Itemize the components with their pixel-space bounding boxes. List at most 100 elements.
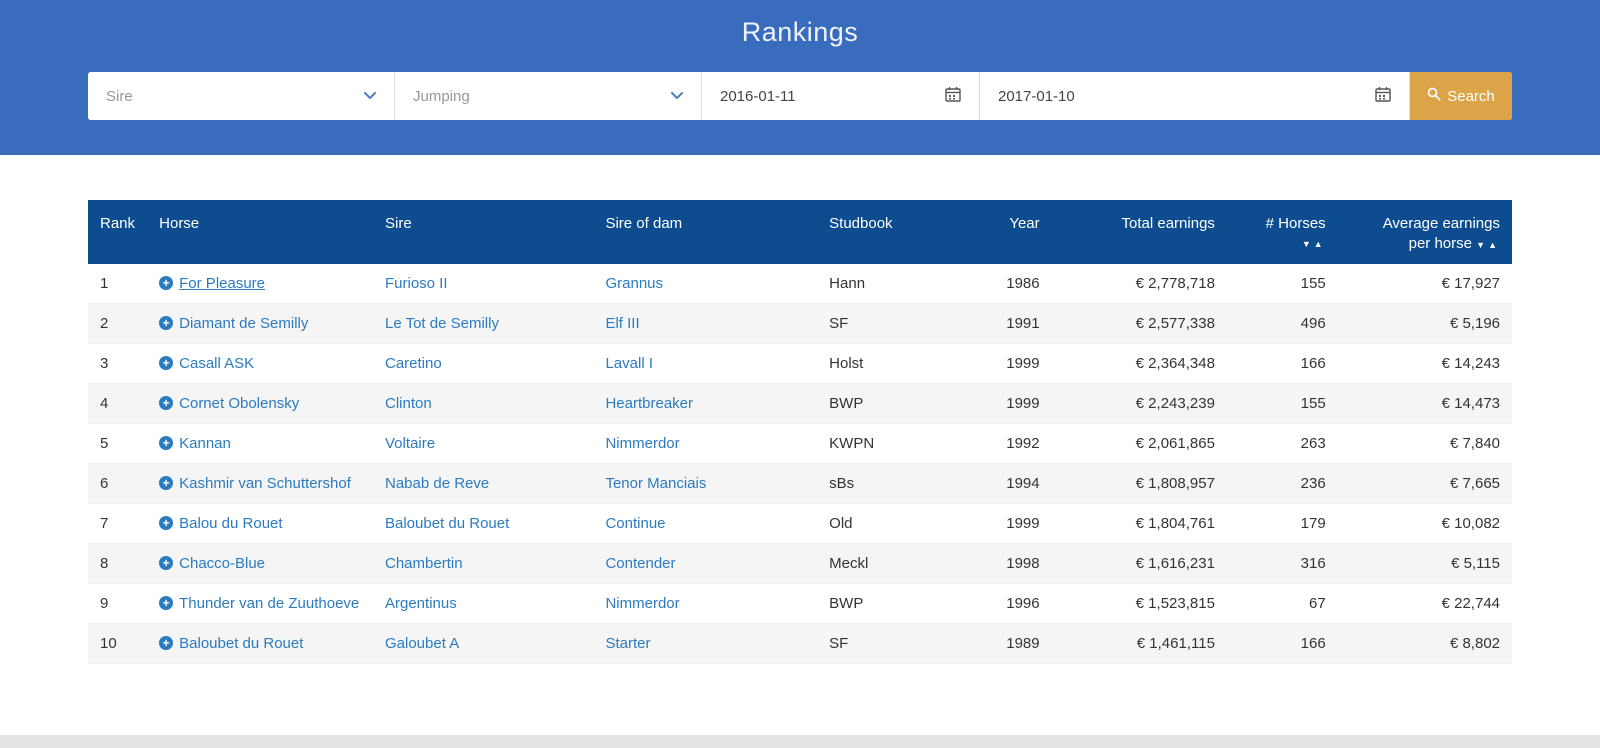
horse-link[interactable]: Cornet Obolensky bbox=[179, 395, 299, 412]
expand-icon[interactable]: + bbox=[159, 276, 174, 290]
sire-link[interactable]: Baloubet du Rouet bbox=[385, 515, 509, 532]
sire-of-dam-link[interactable]: Heartbreaker bbox=[605, 395, 693, 412]
sort-desc-icon[interactable]: ▼ bbox=[1302, 239, 1314, 249]
rank-cell: 7 bbox=[88, 503, 148, 544]
search-button-label: Search bbox=[1447, 87, 1495, 105]
horse-link[interactable]: For Pleasure bbox=[179, 275, 265, 292]
sire-of-dam-link[interactable]: Grannus bbox=[605, 275, 663, 292]
total-earnings-cell: € 2,243,239 bbox=[1051, 383, 1227, 424]
horse-link[interactable]: Balou du Rouet bbox=[179, 515, 282, 532]
col-average-earnings-label-2: per horse ▼▲ bbox=[1350, 234, 1500, 255]
year-cell: 1996 bbox=[939, 583, 1052, 624]
col-horses-label: # Horses bbox=[1265, 215, 1326, 232]
sire-of-dam-link[interactable]: Lavall I bbox=[605, 355, 653, 372]
expand-icon[interactable]: + bbox=[159, 396, 174, 410]
table-row: 5 + Kannan Voltaire Nimmerdor KWPN 1992 … bbox=[88, 423, 1512, 464]
ranking-type-select[interactable]: Sire bbox=[88, 72, 395, 120]
horse-cell: + Kannan bbox=[147, 423, 373, 464]
sire-cell: Baloubet du Rouet bbox=[373, 503, 594, 544]
sire-cell: Caretino bbox=[373, 343, 594, 384]
sire-link[interactable]: Argentinus bbox=[385, 595, 457, 612]
sire-of-dam-link[interactable]: Continue bbox=[605, 515, 665, 532]
sire-link[interactable]: Furioso II bbox=[385, 275, 448, 292]
horse-link[interactable]: Diamant de Semilly bbox=[179, 315, 308, 332]
sort-asc-icon[interactable]: ▲ bbox=[1488, 240, 1500, 250]
sire-link[interactable]: Caretino bbox=[385, 355, 442, 372]
expand-icon[interactable]: + bbox=[159, 636, 174, 650]
sire-link[interactable]: Galoubet A bbox=[385, 635, 459, 652]
search-button[interactable]: Search bbox=[1410, 72, 1512, 120]
studbook-cell: sBs bbox=[817, 463, 940, 504]
table-row: 3 + Casall ASK Caretino Lavall I Holst 1… bbox=[88, 343, 1512, 384]
expand-icon[interactable]: + bbox=[159, 596, 174, 610]
year-cell: 1991 bbox=[939, 303, 1052, 344]
studbook-cell: Meckl bbox=[817, 543, 940, 584]
horses-count-cell: 155 bbox=[1226, 264, 1338, 304]
horse-link[interactable]: Thunder van de Zuuthoeve bbox=[179, 595, 359, 612]
studbook-cell: SF bbox=[817, 303, 940, 344]
expand-icon[interactable]: + bbox=[159, 476, 174, 490]
horse-link[interactable]: Kashmir van Schuttershof bbox=[179, 475, 351, 492]
studbook-cell: BWP bbox=[817, 583, 940, 624]
horses-count-cell: 67 bbox=[1226, 583, 1338, 624]
col-total-earnings: Total earnings bbox=[1051, 200, 1227, 264]
discipline-value: Jumping bbox=[413, 87, 470, 105]
discipline-select[interactable]: Jumping bbox=[395, 72, 702, 120]
date-from-field[interactable]: 2016-01-11 bbox=[702, 72, 980, 120]
year-cell: 1999 bbox=[939, 343, 1052, 384]
sort-asc-icon[interactable]: ▲ bbox=[1314, 239, 1326, 249]
expand-icon[interactable]: + bbox=[159, 436, 174, 450]
total-earnings-cell: € 2,061,865 bbox=[1051, 423, 1227, 464]
sire-link[interactable]: Le Tot de Semilly bbox=[385, 315, 499, 332]
rank-cell: 10 bbox=[88, 623, 148, 664]
sire-of-dam-link[interactable]: Starter bbox=[605, 635, 650, 652]
studbook-cell: Holst bbox=[817, 343, 940, 384]
horse-link[interactable]: Baloubet du Rouet bbox=[179, 635, 303, 652]
sire-link[interactable]: Chambertin bbox=[385, 555, 463, 572]
sire-of-dam-link[interactable]: Nimmerdor bbox=[605, 595, 679, 612]
table-header-row: Rank Horse Sire Sire of dam Studbook Yea… bbox=[88, 200, 1512, 264]
horse-cell: + Baloubet du Rouet bbox=[147, 623, 373, 664]
sire-link[interactable]: Nabab de Reve bbox=[385, 475, 489, 492]
sort-desc-icon[interactable]: ▼ bbox=[1476, 240, 1488, 250]
table-row: 4 + Cornet Obolensky Clinton Heartbreake… bbox=[88, 383, 1512, 424]
rankings-content: Rank Horse Sire Sire of dam Studbook Yea… bbox=[0, 155, 1600, 735]
average-earnings-cell: € 14,473 bbox=[1337, 383, 1512, 424]
rankings-table: Rank Horse Sire Sire of dam Studbook Yea… bbox=[88, 200, 1512, 664]
sire-of-dam-link[interactable]: Elf III bbox=[605, 315, 639, 332]
expand-icon[interactable]: + bbox=[159, 356, 174, 370]
sire-link[interactable]: Voltaire bbox=[385, 435, 435, 452]
average-earnings-cell: € 10,082 bbox=[1337, 503, 1512, 544]
rank-cell: 5 bbox=[88, 423, 148, 464]
footer-strip bbox=[0, 735, 1600, 748]
date-to-field[interactable]: 2017-01-10 bbox=[980, 72, 1410, 120]
sire-of-dam-link[interactable]: Contender bbox=[605, 555, 675, 572]
horses-count-cell: 496 bbox=[1226, 303, 1338, 344]
expand-icon[interactable]: + bbox=[159, 316, 174, 330]
sire-of-dam-link[interactable]: Nimmerdor bbox=[605, 435, 679, 452]
horses-count-cell: 179 bbox=[1226, 503, 1338, 544]
page-header: Rankings Sire Jumping 2016-01-11 2017-01… bbox=[0, 0, 1600, 155]
total-earnings-cell: € 1,523,815 bbox=[1051, 583, 1227, 624]
horses-count-cell: 236 bbox=[1226, 463, 1338, 504]
col-average-earnings: Average earnings per horse ▼▲ bbox=[1337, 200, 1512, 264]
table-row: 9 + Thunder van de Zuuthoeve Argentinus … bbox=[88, 583, 1512, 624]
average-earnings-cell: € 7,840 bbox=[1337, 423, 1512, 464]
sire-cell: Le Tot de Semilly bbox=[373, 303, 594, 344]
total-earnings-cell: € 1,461,115 bbox=[1051, 623, 1227, 664]
average-earnings-cell: € 5,196 bbox=[1337, 303, 1512, 344]
total-earnings-cell: € 2,577,338 bbox=[1051, 303, 1227, 344]
year-cell: 1992 bbox=[939, 423, 1052, 464]
expand-icon[interactable]: + bbox=[159, 556, 174, 570]
horses-sort-controls: ▼▲ bbox=[1239, 234, 1326, 254]
horse-link[interactable]: Chacco-Blue bbox=[179, 555, 265, 572]
expand-icon[interactable]: + bbox=[159, 516, 174, 530]
chevron-down-icon bbox=[671, 87, 683, 105]
sire-of-dam-link[interactable]: Tenor Manciais bbox=[605, 475, 706, 492]
horse-link[interactable]: Kannan bbox=[179, 435, 231, 452]
horse-link[interactable]: Casall ASK bbox=[179, 355, 254, 372]
per-horse-label: per horse bbox=[1408, 235, 1472, 252]
sire-link[interactable]: Clinton bbox=[385, 395, 432, 412]
total-earnings-cell: € 2,778,718 bbox=[1051, 264, 1227, 304]
sire-cell: Chambertin bbox=[373, 543, 594, 584]
